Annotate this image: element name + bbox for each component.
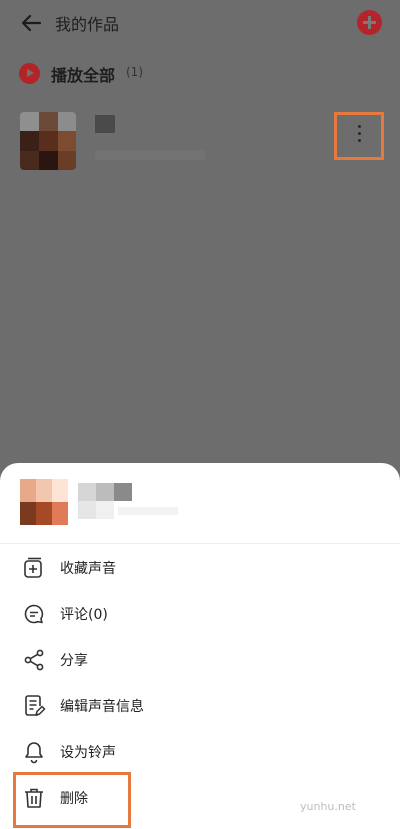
more-options-highlight bbox=[334, 112, 384, 160]
bell-icon bbox=[25, 742, 43, 764]
add-to-collection-icon bbox=[24, 557, 42, 578]
sheet-track-header bbox=[20, 479, 380, 533]
track-count: (1) bbox=[126, 65, 143, 79]
watermark: yunhu.net bbox=[300, 800, 356, 813]
menu-item-label: 分享 bbox=[60, 653, 88, 669]
delete-highlight bbox=[13, 772, 131, 828]
sheet-track-cover bbox=[20, 479, 68, 525]
share-icon bbox=[24, 649, 44, 671]
menu-item-label: 收藏声音 bbox=[60, 561, 116, 577]
menu-item-edit-info[interactable]: 编辑声音信息 bbox=[0, 683, 400, 729]
menu-item-ringtone[interactable]: 设为铃声 bbox=[0, 729, 400, 775]
menu-item-label: 评论(0) bbox=[60, 607, 108, 623]
edit-info-icon bbox=[25, 695, 46, 716]
add-icon[interactable] bbox=[357, 10, 382, 35]
play-icon bbox=[19, 63, 40, 84]
track-cover bbox=[20, 112, 76, 170]
sheet-divider bbox=[0, 543, 400, 544]
more-vertical-icon[interactable] bbox=[358, 125, 362, 147]
play-all-label: 播放全部 bbox=[51, 66, 116, 85]
menu-item-collect[interactable]: 收藏声音 bbox=[0, 545, 400, 591]
header-bar: 我的作品 bbox=[0, 0, 400, 46]
menu-item-comment[interactable]: 评论(0) bbox=[0, 591, 400, 637]
menu-item-share[interactable]: 分享 bbox=[0, 637, 400, 683]
track-title-redacted bbox=[95, 115, 115, 133]
track-item[interactable] bbox=[20, 106, 384, 172]
comment-icon bbox=[24, 604, 44, 624]
back-arrow-icon[interactable] bbox=[20, 11, 44, 35]
track-subtitle-redacted bbox=[95, 150, 205, 160]
menu-item-label: 设为铃声 bbox=[60, 745, 116, 761]
page-title: 我的作品 bbox=[55, 15, 120, 34]
menu-item-label: 编辑声音信息 bbox=[60, 699, 144, 715]
